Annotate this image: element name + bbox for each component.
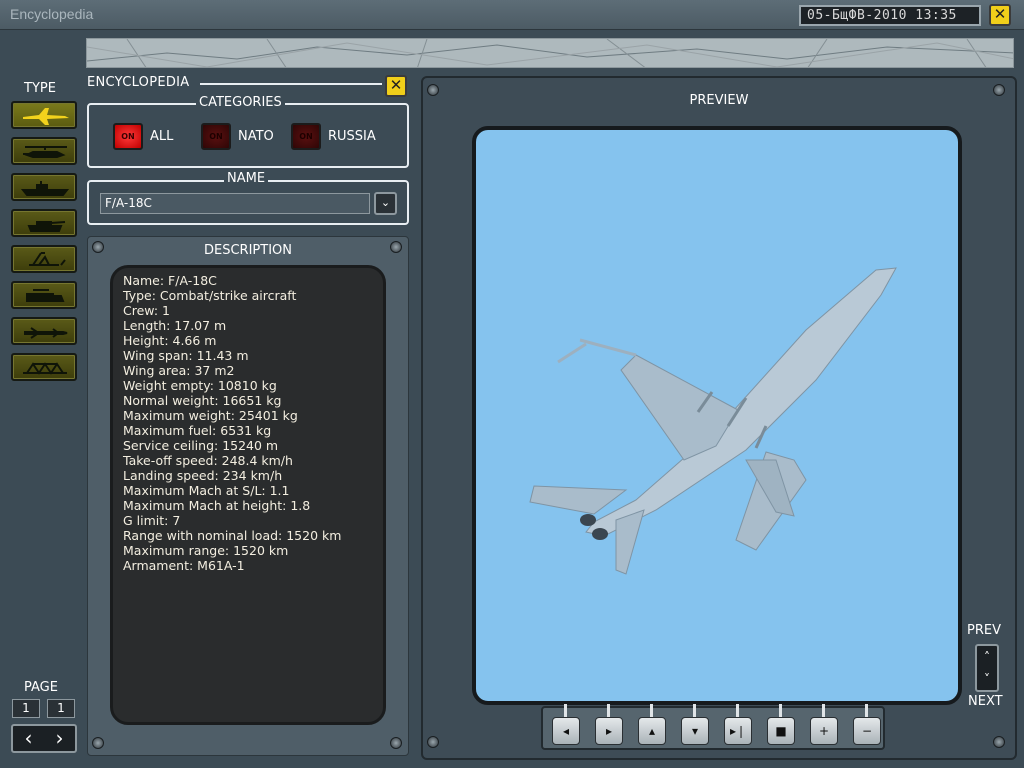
description-line: Type: Combat/strike aircraft (123, 288, 297, 303)
type-bridge-button[interactable] (11, 353, 77, 381)
category-russia-toggle[interactable]: ON (291, 123, 321, 150)
control-tab (650, 704, 653, 718)
control-tab (865, 704, 868, 718)
description-title: DESCRIPTION (204, 243, 292, 258)
type-helicopter-button[interactable] (11, 137, 77, 165)
description-line: Maximum Mach at height: 1.8 (123, 498, 311, 513)
truck-icon (26, 289, 65, 302)
control-tab (736, 704, 739, 718)
rotate-left-button[interactable]: ◂ (552, 717, 580, 745)
description-line: Crew: 1 (123, 303, 170, 318)
helicopter-icon (23, 146, 67, 158)
window-close-button[interactable]: ✕ (989, 4, 1011, 26)
window-title: Encyclopedia (10, 6, 94, 22)
description-line: Range with nominal load: 1520 km (123, 528, 342, 543)
name-select[interactable]: F/A-18C (100, 193, 370, 214)
description-line: Height: 4.66 m (123, 333, 217, 348)
description-list: Name: F/A-18C Type: Combat/strike aircra… (123, 273, 341, 573)
chevron-down-icon[interactable]: ⌄ (374, 192, 397, 215)
tank-icon (27, 221, 66, 232)
control-tab (779, 704, 782, 718)
description-line: Wing area: 37 m2 (123, 363, 235, 378)
type-aircraft-button[interactable] (11, 101, 77, 129)
play-button[interactable]: ▸❘ (724, 717, 752, 745)
type-truck-button[interactable] (11, 281, 77, 309)
category-all-label: ALL (150, 129, 174, 144)
map-strip (86, 38, 1014, 68)
stop-button[interactable]: ■ (767, 717, 795, 745)
aircraft-model-icon (529, 267, 897, 575)
rotate-down-button[interactable]: ▾ (681, 717, 709, 745)
close-icon: ✕ (993, 5, 1007, 23)
description-line: Take-off speed: 248.4 km/h (123, 453, 293, 468)
category-russia-label: RUSSIA (328, 129, 376, 144)
next-model-button[interactable]: ˅ (977, 668, 997, 690)
close-icon: ✕ (389, 76, 403, 94)
aircraft-icon (23, 108, 69, 125)
description-line: Name: F/A-18C (123, 273, 217, 288)
description-line: Weight empty: 10810 kg (123, 378, 277, 393)
description-line: Armament: M61A-1 (123, 558, 245, 573)
prev-next-control: ˄ ˅ (975, 644, 999, 692)
rotate-right-button[interactable]: ▸ (595, 717, 623, 745)
description-line: G limit: 7 (123, 513, 181, 528)
prev-label: PREV (967, 623, 1001, 638)
description-line: Service ceiling: 15240 m (123, 438, 279, 453)
description-line: Maximum fuel: 6531 kg (123, 423, 272, 438)
screw-icon (427, 736, 439, 748)
type-missile-button[interactable] (11, 317, 77, 345)
description-line: Length: 17.07 m (123, 318, 227, 333)
bridge-icon (23, 362, 67, 375)
description-line: Maximum range: 1520 km (123, 543, 289, 558)
description-line: Landing speed: 234 km/h (123, 468, 283, 483)
description-line: Normal weight: 16651 kg (123, 393, 282, 408)
prev-page-button[interactable]: ‹ (13, 726, 44, 751)
missile-icon (24, 327, 68, 339)
type-tank-button[interactable] (11, 209, 77, 237)
categories-title: CATEGORIES (196, 95, 285, 110)
missile-launcher-icon (29, 252, 66, 266)
category-all-toggle[interactable]: ON (113, 123, 143, 150)
next-page-button[interactable]: › (44, 726, 75, 751)
page-label: PAGE (24, 680, 58, 695)
map-lines (87, 39, 1013, 67)
type-ship-button[interactable] (11, 173, 77, 201)
page-current: 1 (12, 699, 40, 718)
control-tab (693, 704, 696, 718)
encyclopedia-close-button[interactable]: ✕ (385, 75, 407, 97)
preview-title: PREVIEW (689, 93, 749, 108)
type-label: TYPE (24, 81, 56, 96)
prev-model-button[interactable]: ˄ (977, 646, 997, 668)
description-line: Wing span: 11.43 m (123, 348, 249, 363)
category-nato-label: NATO (238, 129, 274, 144)
control-tab (564, 704, 567, 718)
zoom-out-button[interactable]: − (853, 717, 881, 745)
name-title: NAME (224, 171, 269, 186)
screw-icon (390, 737, 402, 749)
control-tab (607, 704, 610, 718)
category-nato-toggle[interactable]: ON (201, 123, 231, 150)
type-launcher-button[interactable] (11, 245, 77, 273)
screw-icon (993, 736, 1005, 748)
date-time-display: 05-БщФВ-2010 13:35 (799, 5, 981, 26)
screw-icon (92, 737, 104, 749)
zoom-in-button[interactable]: + (810, 717, 838, 745)
description-line: Maximum Mach at S/L: 1.1 (123, 483, 290, 498)
page-navigation: ‹ › (11, 724, 77, 753)
encyclopedia-label: ENCYCLOPEDIA (87, 75, 190, 90)
ship-icon (20, 181, 70, 196)
page-total: 1 (47, 699, 75, 718)
control-tab (822, 704, 825, 718)
preview-viewport[interactable] (472, 126, 962, 705)
next-label: NEXT (968, 694, 1003, 709)
rotate-up-button[interactable]: ▴ (638, 717, 666, 745)
divider (200, 83, 382, 85)
description-line: Maximum weight: 25401 kg (123, 408, 298, 423)
